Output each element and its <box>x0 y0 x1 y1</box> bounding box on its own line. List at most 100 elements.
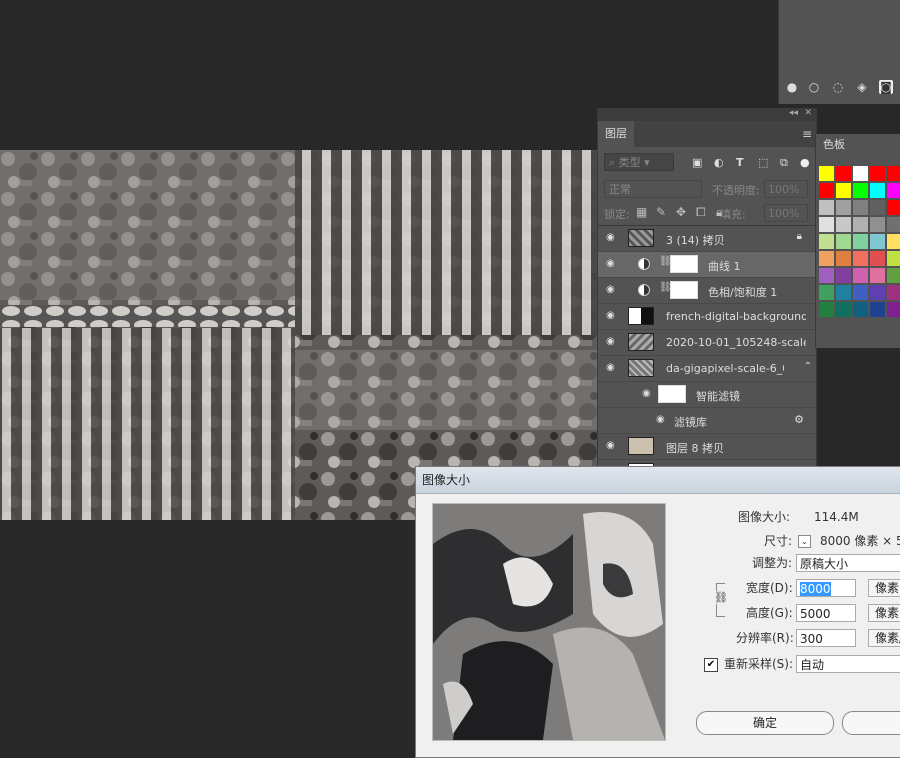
color-swatch[interactable] <box>887 217 900 232</box>
color-swatch[interactable] <box>836 234 851 249</box>
layer-row[interactable]: ◉ 2020-10-01_105248-scale... <box>598 330 816 356</box>
color-swatch[interactable] <box>853 251 868 266</box>
color-swatch[interactable] <box>853 166 868 181</box>
color-swatch[interactable] <box>887 200 900 215</box>
layer-row[interactable]: ◉ 滤镜库 ⚙ <box>598 408 816 434</box>
color-swatch[interactable] <box>836 200 851 215</box>
color-swatch[interactable] <box>836 302 851 317</box>
constrain-proportions-icon[interactable]: ⛓ <box>714 591 728 604</box>
color-swatch[interactable] <box>887 251 900 266</box>
circle-icon[interactable]: ○ <box>807 80 821 94</box>
collapse-icon[interactable]: ◂◂ <box>789 108 798 118</box>
color-swatch[interactable] <box>836 251 851 266</box>
width-input[interactable]: 8000 <box>796 579 856 597</box>
fit-to-select[interactable]: 原稿大小 <box>796 554 900 572</box>
image-preview[interactable] <box>432 503 666 741</box>
resolution-unit-select[interactable]: 像素/ <box>868 629 900 647</box>
shape-filter-icon[interactable]: ⬚ <box>758 156 768 169</box>
color-swatch[interactable] <box>887 234 900 249</box>
panel-menu-icon[interactable]: ≡ <box>802 127 812 141</box>
color-swatch[interactable] <box>819 183 834 198</box>
color-swatch[interactable] <box>819 166 834 181</box>
resample-select[interactable]: 自动 <box>796 655 900 673</box>
resolution-input[interactable]: 300 <box>796 629 856 647</box>
color-swatch[interactable] <box>836 217 851 232</box>
color-swatch[interactable] <box>870 217 885 232</box>
layer-filter-select[interactable]: ⌕ 类型 ▾ <box>604 153 674 171</box>
color-swatch[interactable] <box>853 200 868 215</box>
color-swatch[interactable] <box>887 302 900 317</box>
color-swatch[interactable] <box>853 217 868 232</box>
color-swatch[interactable] <box>819 217 834 232</box>
color-swatch[interactable] <box>853 234 868 249</box>
color-swatch[interactable] <box>819 234 834 249</box>
layer-row[interactable]: ◉ da-gigapixel-scale-6_00x ⌃ <box>598 356 816 382</box>
color-swatch[interactable] <box>853 268 868 283</box>
smart-object-expand-icon[interactable]: ⌃ <box>804 361 812 372</box>
height-unit-select[interactable]: 像素 <box>868 604 900 622</box>
visibility-eye-icon[interactable]: ◉ <box>606 310 620 322</box>
document-canvas[interactable] <box>0 150 597 520</box>
color-swatch[interactable] <box>870 285 885 300</box>
ok-button[interactable]: 确定 <box>696 711 834 735</box>
resample-checkbox[interactable]: ✔ <box>704 658 718 672</box>
layer-mask-thumbnail[interactable] <box>670 281 698 299</box>
type-filter-icon[interactable]: T <box>736 156 744 169</box>
adjustment-filter-icon[interactable]: ◐ <box>714 156 724 169</box>
color-swatch[interactable] <box>836 183 851 198</box>
color-swatch[interactable] <box>887 183 900 198</box>
color-swatch[interactable] <box>819 200 834 215</box>
color-swatch[interactable] <box>836 166 851 181</box>
blend-mode-select[interactable]: 正常 <box>604 180 702 198</box>
color-swatch[interactable] <box>853 285 868 300</box>
color-swatch[interactable] <box>870 234 885 249</box>
color-swatch[interactable] <box>819 302 834 317</box>
color-swatch[interactable] <box>870 183 885 198</box>
mask-icon[interactable]: ◙ <box>879 80 893 94</box>
color-swatch[interactable] <box>836 268 851 283</box>
color-swatch[interactable] <box>853 302 868 317</box>
color-swatch[interactable] <box>870 200 885 215</box>
opacity-input[interactable]: 100% <box>764 180 808 198</box>
visibility-eye-icon[interactable]: ◉ <box>606 232 620 244</box>
width-unit-select[interactable]: 像素 <box>868 579 900 597</box>
visibility-eye-icon[interactable]: ◉ <box>606 284 620 296</box>
visibility-eye-icon[interactable]: ◉ <box>606 362 620 374</box>
smart-object-filter-icon[interactable]: ⧉ <box>780 156 788 170</box>
fill-input[interactable]: 100% <box>764 204 808 222</box>
layer-row[interactable]: ◉ 图层 8 拷贝 <box>598 434 816 460</box>
color-swatch[interactable] <box>870 268 885 283</box>
panel-collapse-bar[interactable]: ◂◂ ✕ <box>598 108 816 121</box>
color-swatch[interactable] <box>819 268 834 283</box>
visibility-eye-icon[interactable]: ◉ <box>606 440 620 452</box>
color-swatch[interactable] <box>887 268 900 283</box>
visibility-eye-icon[interactable]: ◉ <box>656 414 670 426</box>
lock-artboard-icon[interactable]: ⧠ <box>696 205 706 220</box>
tab-layers[interactable]: 图层 <box>598 121 634 147</box>
layer-row[interactable]: ◉ ⛓ 曲线 1 <box>598 252 816 278</box>
color-swatch[interactable] <box>853 183 868 198</box>
color-swatch[interactable] <box>819 251 834 266</box>
color-swatch[interactable] <box>887 285 900 300</box>
lock-position-icon[interactable]: ✥ <box>676 205 686 219</box>
height-input[interactable]: 5000 <box>796 604 856 622</box>
lock-transparency-icon[interactable]: ▦ <box>636 205 647 219</box>
filter-toggle-icon[interactable]: ● <box>800 156 810 169</box>
color-swatch[interactable] <box>836 285 851 300</box>
color-swatch[interactable] <box>887 166 900 181</box>
pixel-filter-icon[interactable]: ▣ <box>692 156 702 169</box>
layer-row[interactable]: ◉ french-digital-background... <box>598 304 816 330</box>
smart-filter-mask-thumbnail[interactable] <box>658 385 686 403</box>
color-swatch[interactable] <box>870 166 885 181</box>
layer-mask-thumbnail[interactable] <box>670 255 698 273</box>
filter-options-icon[interactable]: ⚙ <box>794 413 804 426</box>
visibility-eye-icon[interactable]: ◉ <box>606 336 620 348</box>
color-swatch[interactable] <box>819 285 834 300</box>
visibility-eye-icon[interactable]: ◉ <box>606 258 620 270</box>
layer-row[interactable]: ◉ 3 (14) 拷贝 🔒︎ <box>598 226 816 252</box>
filled-circle-icon[interactable]: ● <box>785 80 799 94</box>
tab-swatches[interactable]: 色板 <box>816 134 852 156</box>
close-panel-icon[interactable]: ✕ <box>804 108 812 118</box>
color-swatch[interactable] <box>870 251 885 266</box>
lock-pixels-icon[interactable]: ✎ <box>656 205 666 219</box>
